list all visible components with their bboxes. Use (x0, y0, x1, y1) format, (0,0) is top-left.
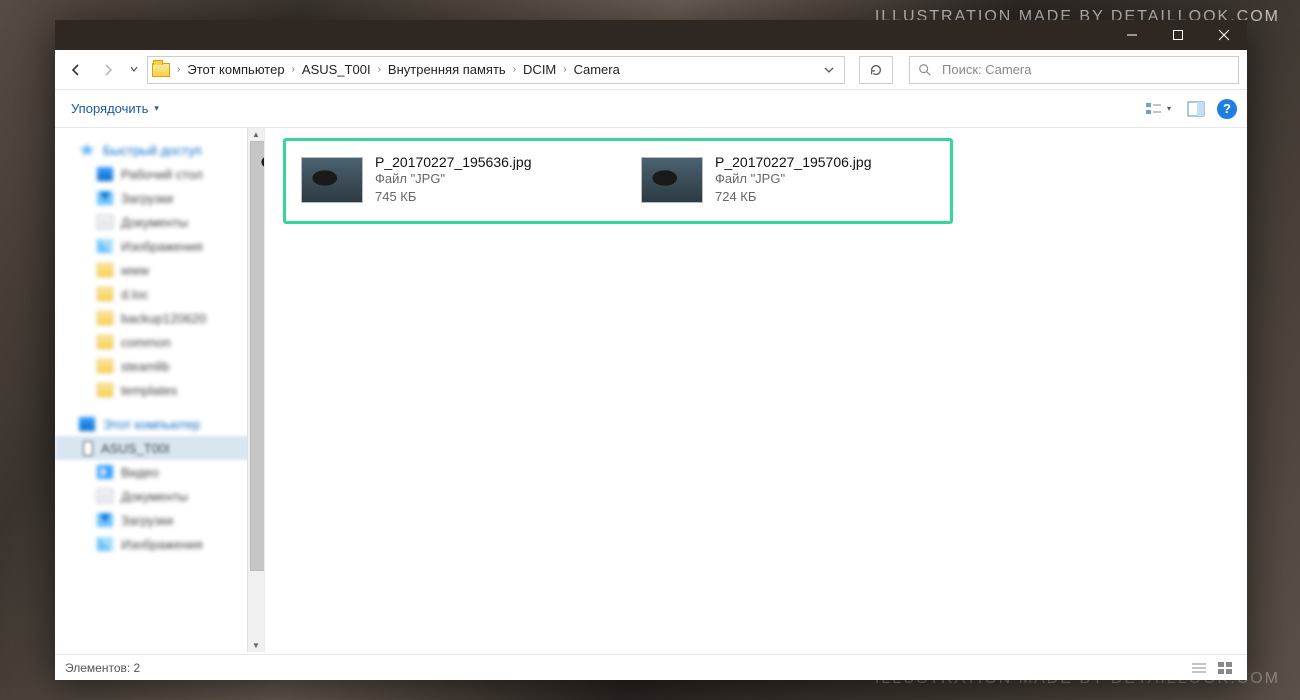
search-input[interactable]: Поиск: Camera (909, 56, 1239, 84)
folder-icon (97, 359, 113, 373)
file-type: Файл "JPG" (375, 170, 532, 188)
file-item[interactable]: P_20170227_195636.jpg Файл "JPG" 745 КБ (297, 150, 597, 209)
scrollbar-thumb[interactable] (250, 141, 265, 571)
close-button[interactable] (1201, 20, 1247, 50)
sidebar-folder[interactable]: templates (69, 378, 254, 402)
sidebar-folder[interactable]: d.loc (69, 282, 254, 306)
video-icon (97, 465, 113, 479)
explorer-body: Быстрый доступ Рабочий стол Загрузки Док… (55, 128, 1247, 652)
breadcrumb-segment[interactable]: ASUS_T00I (296, 57, 377, 83)
download-icon (97, 191, 113, 205)
sidebar-folder[interactable]: www (69, 258, 254, 282)
preview-pane-button[interactable] (1183, 97, 1209, 121)
breadcrumb-dropdown-button[interactable] (816, 57, 842, 83)
status-item-count: Элементов: 2 (65, 661, 140, 675)
sidebar-desktop[interactable]: Рабочий стол (69, 162, 254, 186)
folder-icon (97, 383, 113, 397)
file-name: P_20170227_195636.jpg (375, 154, 532, 170)
folder-icon (152, 63, 170, 77)
file-size: 745 КБ (375, 188, 532, 206)
sidebar-this-pc[interactable]: Этот компьютер (69, 412, 254, 436)
breadcrumb-segment[interactable]: Этот компьютер (181, 57, 290, 83)
refresh-button[interactable] (859, 56, 893, 84)
breadcrumb-segment[interactable]: DCIM (517, 57, 562, 83)
scroll-up-button[interactable]: ▲ (248, 128, 264, 141)
thumbnails-view-button[interactable] (1213, 658, 1237, 678)
file-thumbnail (301, 157, 363, 203)
status-bar: Элементов: 2 (55, 654, 1247, 680)
organize-menu[interactable]: Упорядочить ▾ (65, 97, 165, 120)
view-options-button[interactable]: ▾ (1141, 97, 1175, 121)
sidebar-quick-access[interactable]: Быстрый доступ (69, 138, 254, 162)
back-button[interactable] (63, 57, 89, 83)
file-thumbnail (641, 157, 703, 203)
file-list-pane: P_20170227_195636.jpg Файл "JPG" 745 КБ … (265, 128, 1247, 652)
explorer-window: › Этот компьютер › ASUS_T00I › Внутрення… (55, 20, 1247, 680)
titlebar (55, 20, 1247, 50)
file-type: Файл "JPG" (715, 170, 872, 188)
maximize-button[interactable] (1155, 20, 1201, 50)
sidebar-video[interactable]: Видео (69, 460, 254, 484)
pc-icon (79, 417, 95, 431)
search-placeholder: Поиск: Camera (942, 62, 1031, 77)
nav-scrollbar[interactable]: ▲ ▼ (247, 128, 264, 652)
download-icon (97, 513, 113, 527)
sidebar-folder[interactable]: common (69, 330, 254, 354)
chevron-down-icon: ▾ (154, 103, 159, 114)
toolbar: Упорядочить ▾ ▾ ? (55, 90, 1247, 128)
sidebar-pictures[interactable]: Изображения (69, 234, 254, 258)
scroll-down-button[interactable]: ▼ (248, 639, 264, 652)
folder-icon (97, 335, 113, 349)
pictures-icon (97, 537, 113, 551)
forward-button[interactable] (95, 57, 121, 83)
sidebar-pictures[interactable]: Изображения (69, 532, 254, 556)
search-icon (918, 63, 932, 77)
sidebar-downloads[interactable]: Загрузки (69, 186, 254, 210)
file-item[interactable]: P_20170227_195706.jpg Файл "JPG" 724 КБ (637, 150, 937, 209)
breadcrumb-bar[interactable]: › Этот компьютер › ASUS_T00I › Внутрення… (147, 56, 845, 84)
folder-icon (97, 311, 113, 325)
minimize-button[interactable] (1109, 20, 1155, 50)
chevron-down-icon: ▾ (1167, 104, 1171, 113)
details-view-button[interactable] (1187, 658, 1211, 678)
pictures-icon (97, 239, 113, 253)
desktop-icon (97, 167, 113, 181)
file-size: 724 КБ (715, 188, 872, 206)
folder-icon (97, 287, 113, 301)
document-icon (97, 215, 113, 229)
recent-locations-button[interactable] (127, 65, 141, 75)
sidebar-documents[interactable]: Документы (69, 210, 254, 234)
breadcrumb-segment[interactable]: Camera (568, 57, 626, 83)
sidebar-documents[interactable]: Документы (69, 484, 254, 508)
navigation-pane: Быстрый доступ Рабочий стол Загрузки Док… (55, 128, 265, 652)
document-icon (97, 489, 113, 503)
breadcrumb-segment[interactable]: Внутренняя память (382, 57, 512, 83)
folder-icon (97, 263, 113, 277)
phone-icon (83, 441, 93, 456)
sidebar-folder[interactable]: backup120620 (69, 306, 254, 330)
help-button[interactable]: ? (1217, 99, 1237, 119)
file-name: P_20170227_195706.jpg (715, 154, 872, 170)
sidebar-device[interactable]: ASUS_T00I (55, 436, 264, 460)
address-bar-row: › Этот компьютер › ASUS_T00I › Внутрення… (55, 50, 1247, 90)
sidebar-downloads[interactable]: Загрузки (69, 508, 254, 532)
star-icon (79, 143, 95, 157)
sidebar-folder[interactable]: steamlib (69, 354, 254, 378)
